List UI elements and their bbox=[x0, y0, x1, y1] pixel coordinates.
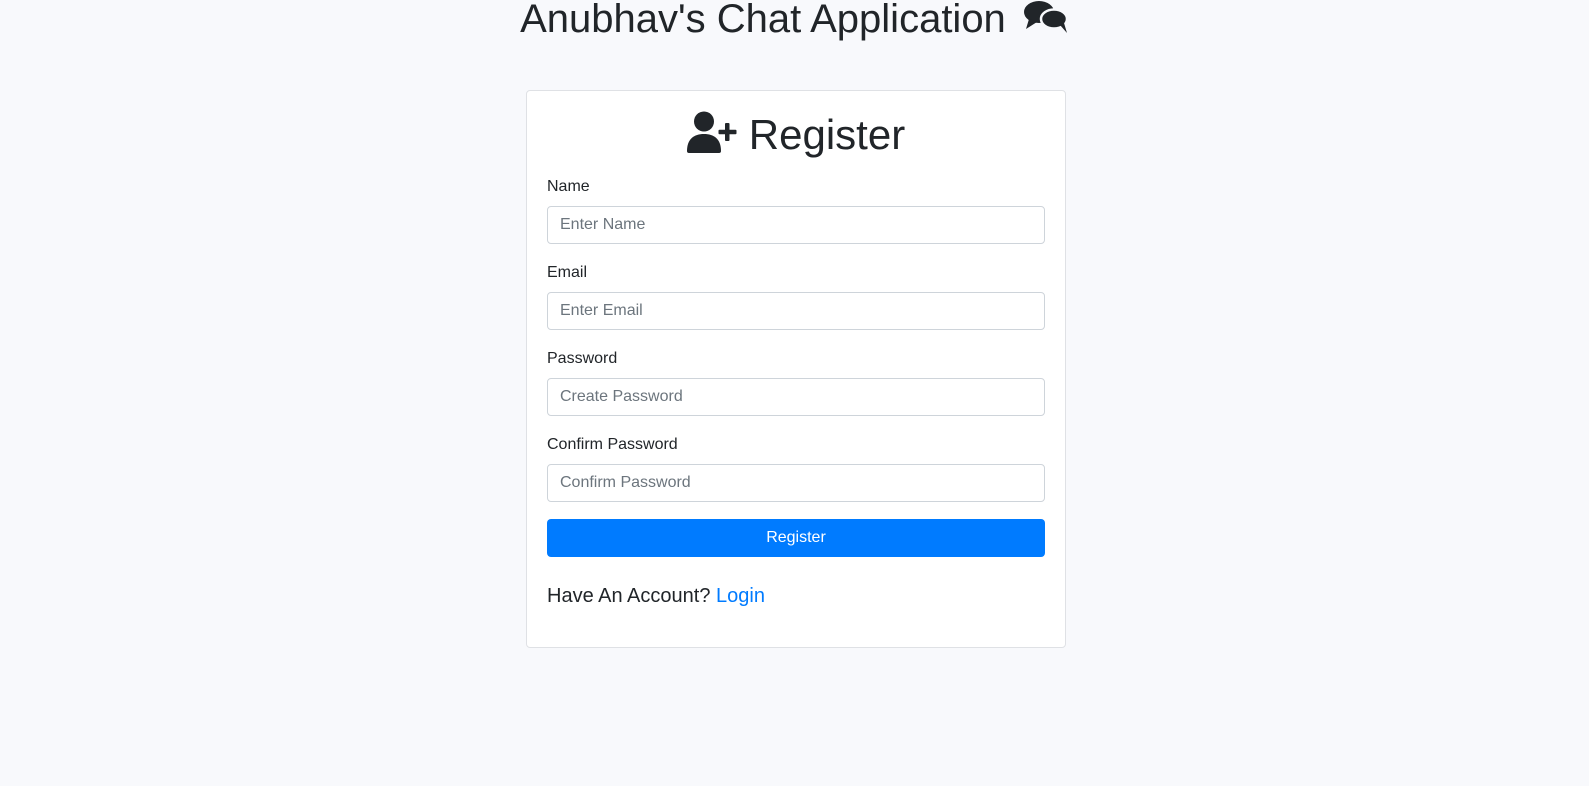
account-prompt-text: Have An Account? bbox=[547, 585, 711, 607]
comments-icon bbox=[1023, 0, 1069, 44]
password-group: Password bbox=[547, 349, 1045, 416]
password-label: Password bbox=[547, 350, 618, 367]
app-title-text: Anubhav's Chat Application bbox=[520, 0, 1006, 41]
user-plus-icon bbox=[686, 111, 739, 163]
name-group: Name bbox=[547, 177, 1045, 244]
password-field[interactable] bbox=[547, 378, 1045, 416]
login-link[interactable]: Login bbox=[716, 585, 765, 607]
confirm-password-label: Confirm Password bbox=[547, 436, 678, 453]
register-button[interactable]: Register bbox=[547, 519, 1045, 557]
confirm-password-field[interactable] bbox=[547, 464, 1045, 502]
email-group: Email bbox=[547, 263, 1045, 330]
email-label: Email bbox=[547, 264, 588, 281]
card-title: Register bbox=[527, 111, 1065, 163]
name-field[interactable] bbox=[547, 206, 1045, 244]
register-card: Register Name Email Password Confirm Pas… bbox=[526, 90, 1066, 648]
email-field[interactable] bbox=[547, 292, 1045, 330]
confirm-password-group: Confirm Password bbox=[547, 435, 1045, 502]
account-prompt-line: Have An Account? Login bbox=[547, 584, 765, 608]
name-label: Name bbox=[547, 178, 590, 195]
card-title-text: Register bbox=[748, 111, 906, 158]
app-title: Anubhav's Chat Application bbox=[0, 0, 1589, 44]
